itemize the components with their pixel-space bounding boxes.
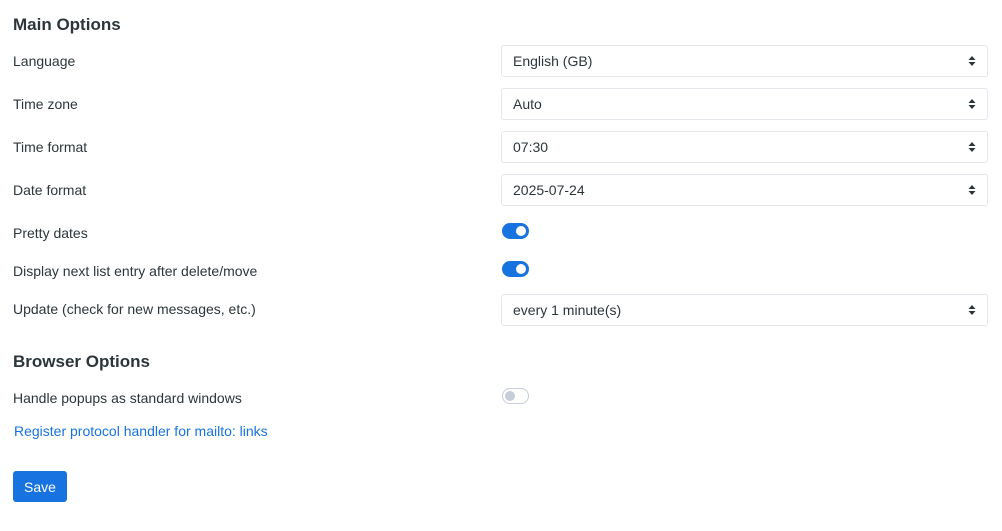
- refresh-interval-label: Update (check for new messages, etc.): [13, 301, 256, 317]
- timezone-select[interactable]: Auto: [501, 88, 988, 120]
- chevron-up-down-icon: [968, 305, 976, 315]
- time-format-label: Time format: [13, 139, 88, 155]
- chevron-up-down-icon: [968, 99, 976, 109]
- language-select-value: English (GB): [513, 53, 593, 69]
- refresh-interval-select[interactable]: every 1 minute(s): [501, 294, 988, 326]
- refresh-interval-select-value: every 1 minute(s): [513, 302, 622, 318]
- toggle-knob: [505, 391, 515, 401]
- standard-windows-label: Handle popups as standard windows: [13, 390, 242, 406]
- save-button[interactable]: Save: [13, 471, 67, 502]
- time-format-select[interactable]: 07:30: [501, 131, 988, 163]
- standard-windows-toggle[interactable]: [502, 388, 529, 404]
- language-select[interactable]: English (GB): [501, 45, 988, 77]
- chevron-up-down-icon: [968, 56, 976, 66]
- date-format-select-value: 2025-07-24: [513, 182, 585, 198]
- pretty-dates-toggle[interactable]: [502, 223, 529, 239]
- browser-options-heading: Browser Options: [13, 352, 150, 371]
- display-next-toggle[interactable]: [502, 261, 529, 277]
- display-next-label: Display next list entry after delete/mov…: [13, 263, 258, 279]
- pretty-dates-label: Pretty dates: [13, 225, 88, 241]
- mailto-handler-link[interactable]: Register protocol handler for mailto: li…: [14, 423, 268, 439]
- toggle-knob: [516, 264, 526, 274]
- timezone-select-value: Auto: [513, 96, 542, 112]
- date-format-label: Date format: [13, 182, 87, 198]
- timezone-label: Time zone: [13, 96, 78, 112]
- time-format-select-value: 07:30: [513, 139, 549, 155]
- language-label: Language: [13, 53, 76, 69]
- main-options-heading: Main Options: [13, 15, 121, 34]
- chevron-up-down-icon: [968, 142, 976, 152]
- toggle-knob: [516, 226, 526, 236]
- date-format-select[interactable]: 2025-07-24: [501, 174, 988, 206]
- chevron-up-down-icon: [968, 185, 976, 195]
